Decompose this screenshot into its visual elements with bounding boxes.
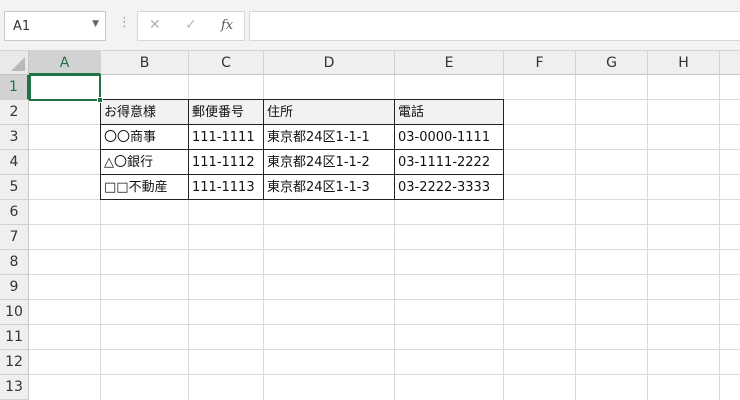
row-header-9[interactable]: 9: [0, 275, 29, 300]
enter-check-icon[interactable]: ✓: [185, 17, 197, 33]
row-header-13[interactable]: 13: [0, 375, 29, 400]
table-cell[interactable]: 111-1112: [189, 150, 263, 175]
formula-input[interactable]: [249, 11, 740, 41]
chevron-down-icon[interactable]: ▼: [92, 19, 99, 29]
table-cell[interactable]: 〇〇商事: [101, 125, 188, 150]
gridline: [29, 249, 740, 250]
table-header-cell[interactable]: 住所: [264, 100, 394, 125]
gridline: [29, 374, 740, 375]
insert-function-icon[interactable]: fx: [221, 18, 233, 33]
row-header-3[interactable]: 3: [0, 125, 29, 150]
table-cell[interactable]: 03-1111-2222: [395, 150, 503, 175]
row-header-12[interactable]: 12: [0, 350, 29, 375]
row-header-4[interactable]: 4: [0, 150, 29, 175]
row-header-1[interactable]: 1: [0, 75, 29, 100]
column-header-a[interactable]: A: [29, 51, 101, 75]
row-header-8[interactable]: 8: [0, 250, 29, 275]
column-header-e[interactable]: E: [395, 51, 504, 75]
table-border-line: [100, 149, 504, 150]
table-cell[interactable]: 東京都24区1-1-1: [264, 125, 394, 150]
column-header-partial[interactable]: [720, 51, 740, 75]
cancel-icon[interactable]: ✕: [149, 17, 161, 33]
column-header-c[interactable]: C: [189, 51, 264, 75]
table-border-line: [100, 174, 504, 175]
table-header-cell[interactable]: 電話: [395, 100, 503, 125]
row-header-10[interactable]: 10: [0, 300, 29, 325]
table-border-line: [100, 124, 504, 125]
table-cell[interactable]: △〇銀行: [101, 150, 188, 175]
table-cell[interactable]: □□不動産: [101, 175, 188, 200]
row-header-7[interactable]: 7: [0, 225, 29, 250]
row-header-5[interactable]: 5: [0, 175, 29, 200]
gridline: [29, 224, 740, 225]
name-box[interactable]: A1 ▼: [4, 11, 106, 41]
fill-handle[interactable]: [97, 97, 103, 103]
gridline: [29, 299, 740, 300]
worksheet: A B C D E F G H 1 2 3 4 5 6 7 8 9 10 11 …: [0, 51, 740, 400]
column-header-b[interactable]: B: [101, 51, 189, 75]
active-cell-a1[interactable]: [29, 74, 103, 103]
gridline: [29, 349, 740, 350]
table-cell[interactable]: 東京都24区1-1-3: [264, 175, 394, 200]
row-header-6[interactable]: 6: [0, 200, 29, 225]
column-header-h[interactable]: H: [648, 51, 720, 75]
table-cell[interactable]: 03-2222-3333: [395, 175, 503, 200]
column-header-d[interactable]: D: [264, 51, 395, 75]
gridline: [29, 324, 740, 325]
name-box-value: A1: [13, 19, 31, 34]
grip-icon: ⋮: [118, 15, 131, 30]
formula-buttons: ✕ ✓ fx: [137, 11, 245, 41]
row-header-11[interactable]: 11: [0, 325, 29, 350]
select-all-triangle-icon: [11, 57, 25, 71]
row-header-2[interactable]: 2: [0, 100, 29, 125]
select-all-button[interactable]: [0, 51, 29, 75]
table-cell[interactable]: 03-0000-1111: [395, 125, 503, 150]
column-header-g[interactable]: G: [576, 51, 648, 75]
gridline: [29, 274, 740, 275]
table-header-cell[interactable]: お得意様: [101, 100, 188, 125]
column-header-f[interactable]: F: [504, 51, 576, 75]
table-cell[interactable]: 111-1113: [189, 175, 263, 200]
table-cell[interactable]: 111-1111: [189, 125, 263, 150]
table-cell[interactable]: 東京都24区1-1-2: [264, 150, 394, 175]
formula-bar-area: A1 ▼ ⋮ ✕ ✓ fx: [0, 0, 740, 51]
table-header-cell[interactable]: 郵便番号: [189, 100, 263, 125]
